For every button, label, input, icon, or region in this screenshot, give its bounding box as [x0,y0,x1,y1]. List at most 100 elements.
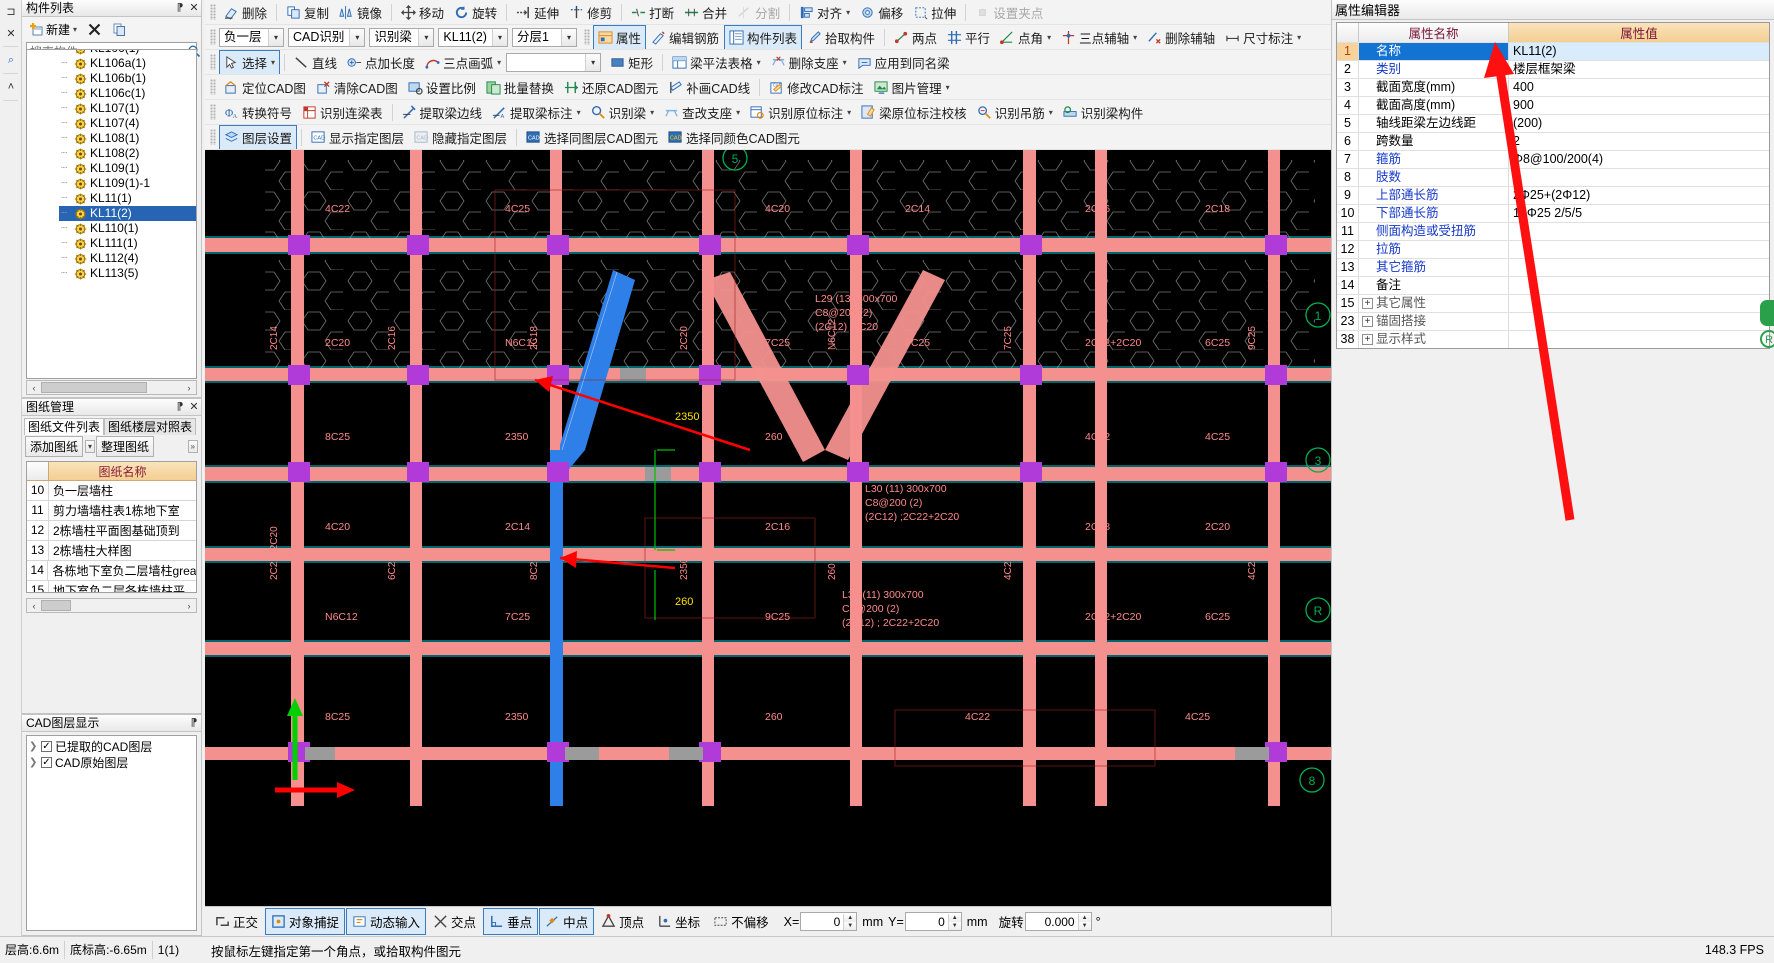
cad-layer-item-original[interactable]: ❯ ✓ CAD原始图层 [29,754,194,770]
component-tree-item-selected[interactable]: ┈ KL11(2) [59,206,196,221]
component-tree-item[interactable]: ┈ KL106c(1) [59,86,196,101]
beam-recognition-select[interactable]: 识别梁 ▾ [369,27,435,47]
toolbar-button-图片管理[interactable]: 图片管理 ▾ [869,75,955,99]
property-row[interactable]: 6 跨数量 2 [1337,132,1769,150]
toolbar-button-修剪[interactable]: 修剪 [564,0,617,24]
toolbar-button-对齐[interactable]: 对齐 ▾ [794,0,855,24]
component-tree-item[interactable]: ┈ KL112(4) [59,251,196,266]
toolbar-grip[interactable] [210,104,216,120]
drawing-grid[interactable]: 图纸名称 10 负一层墙柱 11 剪力墙墙柱表1栋地下室 12 2栋墙柱平面图基础顶到 13… [26,461,197,593]
property-value[interactable]: (200) [1509,115,1769,132]
property-row[interactable]: 5 轴线距梁左边线距 (200) [1337,114,1769,132]
component-tree-item[interactable]: ┈ KL107(1) [59,101,196,116]
expand-icon[interactable]: + [1362,298,1373,309]
property-row[interactable]: 7 箍筋 Φ8@100/200(4) [1337,150,1769,168]
scroll-thumb[interactable] [41,382,147,393]
toolbar-button-拾取构件[interactable]: 拾取构件 [802,25,880,49]
toolbar-button-查改支座[interactable]: 查改支座 ▾ [659,100,745,124]
property-value[interactable]: 楼层框架梁 [1509,61,1769,78]
drawing-grid-hscrollbar[interactable]: ‹ › [26,598,197,613]
toolbar-button-偏移[interactable]: 偏移 [855,0,908,24]
toolbar-button-复制[interactable]: 复制 [281,0,334,24]
rotate-input[interactable]: ▲▼ [1024,912,1092,931]
property-row[interactable]: 12 拉筋 [1337,240,1769,258]
cad-toggle-交点[interactable]: 交点 [427,908,482,935]
toolbar-button-梁原位标注校核[interactable]: 梁原位标注校核 [856,100,972,124]
delete-component-button[interactable] [83,20,106,39]
y-stepper[interactable]: ▲ ▼ [947,913,961,930]
toolbar-button-镜像[interactable]: 镜像 [334,0,387,24]
toolbar-button-识别梁[interactable]: 识别梁 ▾ [586,100,660,124]
property-value[interactable]: 400 [1509,79,1769,96]
cad-toggle-对象捕捉[interactable]: 对象捕捉 [265,908,346,935]
y-input[interactable]: ▲▼ [904,912,962,931]
property-row[interactable]: 15 + 其它属性 [1337,294,1769,312]
checkbox[interactable]: ✓ [41,756,52,768]
component-tree-item[interactable]: ┈ KL113(5) [59,266,196,281]
search-icon[interactable]: ⌕ [0,49,22,71]
toolbar-button-梁平法表格[interactable]: 梁平法表格 ▾ [667,50,766,74]
toolbar-button-打断[interactable]: 打断 [626,0,679,24]
component-tree-item[interactable]: ┈ KL108(1) [59,131,196,146]
chevron-down-icon[interactable]: ▾ [843,58,847,67]
chevron-down-icon[interactable]: ▾ [1049,108,1053,117]
table-row[interactable]: 10 负一层墙柱 [27,481,196,501]
close-icon[interactable]: ✕ [187,399,201,416]
component-tree-item[interactable]: ┈ KL111(1) [59,236,196,251]
toolbar-button-识别原位标注[interactable]: 识别原位标注 ▾ [745,100,856,124]
chevron-down-icon[interactable]: ▾ [577,108,581,117]
chevron-down-icon[interactable]: ▾ [650,108,654,117]
property-value[interactable] [1509,259,1769,276]
property-row[interactable]: 4 截面高度(mm) 900 [1337,96,1769,114]
component-tree-item[interactable]: ┈ KL107(4) [59,116,196,131]
property-row[interactable]: 2 类别 楼层框架梁 [1337,60,1769,78]
chevron-down-icon[interactable]: ▾ [349,28,365,46]
property-value[interactable] [1509,331,1769,348]
cad-toggle-不偏移[interactable]: 不偏移 [707,908,775,935]
expand-icon[interactable]: + [1362,316,1373,327]
toolbar-grip[interactable] [210,4,216,20]
x-value-field[interactable] [801,913,844,930]
cad-canvas[interactable]: 5 1 3 R 8 L29 (13) 300x700 C8@200 (2) (2C12) … [205,150,1331,906]
toolbar-grip[interactable] [583,29,590,45]
layer-select[interactable]: 分层1 ▾ [511,27,577,47]
pin-icon[interactable]: ⁋ [187,715,201,732]
toolbar-button-删除[interactable]: 删除 [219,0,272,24]
add-drawing-button[interactable]: 添加图纸 [25,435,84,457]
cad-drawing[interactable]: 5 1 3 R 8 L29 (13) 300x700 C8@200 (2) (2C12) … [205,150,1331,806]
property-row[interactable]: 9 上部通长筋 2Φ25+(2Φ12) [1337,186,1769,204]
component-tree-item[interactable]: ┈ KL106a(1) [59,56,196,71]
toolbar-button-直线[interactable]: 直线 [289,50,342,74]
chevron-right-icon[interactable]: ❯ [29,741,38,752]
toolbar-button-识别连梁表[interactable]: 识别连梁表 [297,100,388,124]
table-row[interactable]: 12 2栋墙柱平面图基础顶到 [27,521,196,541]
cad-layer-item-extracted[interactable]: ❯ ✓ 已提取的CAD图层 [29,738,194,754]
property-value[interactable]: 2 [1509,133,1769,150]
component-tree-item[interactable]: ┈ KL108(2) [59,146,196,161]
toolbar-button-拉伸[interactable]: 拉伸 [908,0,961,24]
drawing-more-button[interactable]: » [187,439,198,453]
component-tree-item[interactable]: ┈ KL109(1) [59,161,196,176]
add-drawing-dropdown[interactable]: ▾ [85,439,96,453]
chevron-down-icon[interactable]: ▾ [736,108,740,117]
toolbar-button-三点辅轴[interactable]: 三点辅轴 ▾ [1056,25,1142,49]
chevron-right-icon[interactable]: ❯ [29,757,38,768]
toolbar-button-识别吊筋[interactable]: 识别吊筋 ▾ [972,100,1058,124]
y-value-field[interactable] [905,913,948,930]
property-value[interactable]: Φ8@100/200(4) [1509,151,1769,168]
chevron-down-icon[interactable]: ▾ [846,8,850,17]
chevron-down-icon[interactable]: ▾ [1047,33,1051,42]
chevron-down-icon[interactable]: ▾ [418,28,434,46]
chevron-down-icon[interactable]: ▾ [1133,33,1137,42]
toolbar-button-移动[interactable]: 移动 [396,0,449,24]
scroll-up-icon[interactable]: ˄ [0,76,22,98]
scroll-right-icon[interactable]: › [182,383,196,393]
x-stepper[interactable]: ▲ ▼ [843,913,857,930]
toolbar-button-平行[interactable]: 平行 [942,25,995,49]
toolbar-button-编辑钢筋[interactable]: 编辑钢筋 [646,25,724,49]
recognition-select[interactable]: CAD识别 ▾ [288,27,366,47]
scroll-left-icon[interactable]: ‹ [27,601,41,611]
property-value[interactable] [1509,313,1769,330]
green-tab-handle[interactable] [1760,300,1774,326]
property-row[interactable]: 13 其它箍筋 [1337,258,1769,276]
